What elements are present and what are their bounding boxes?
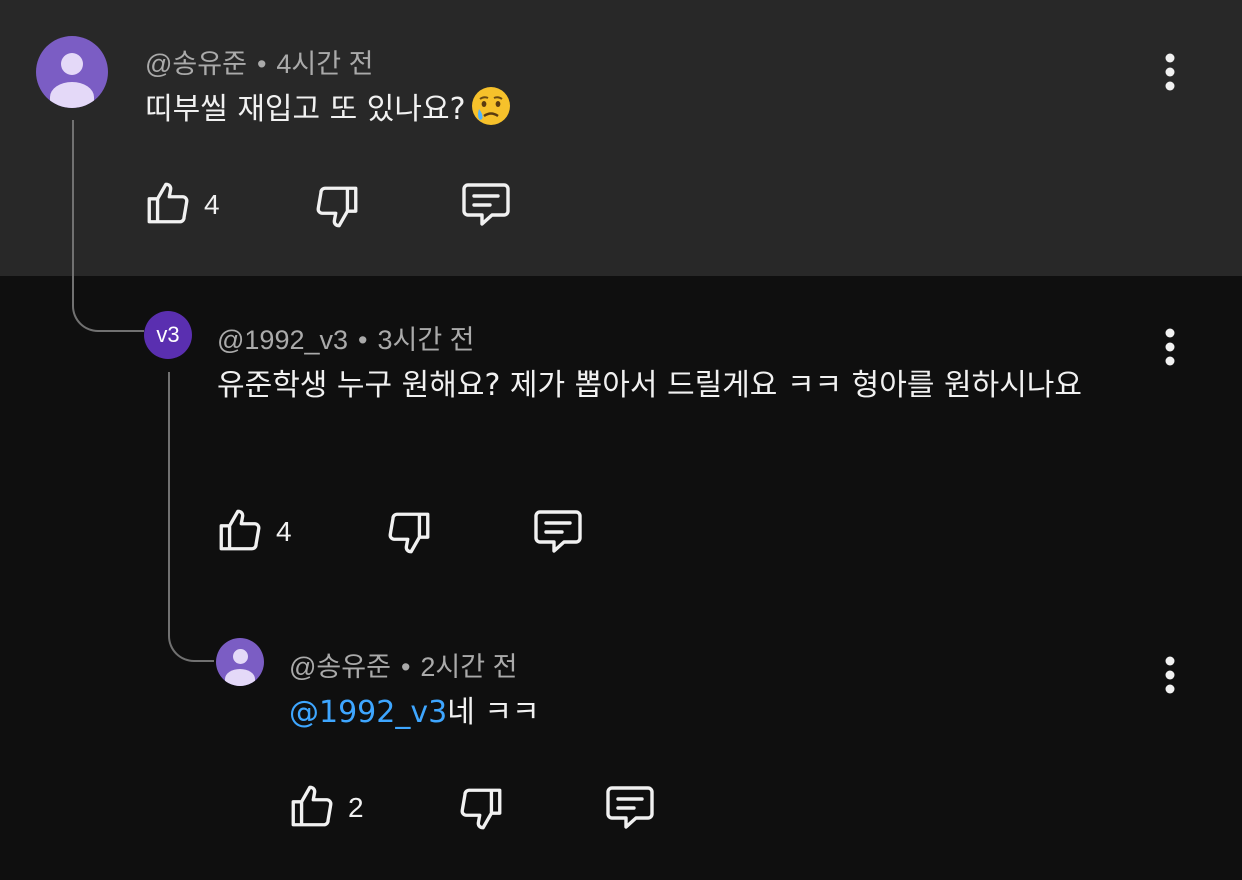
thread-connector [72, 120, 144, 332]
timestamp[interactable]: 2시간 전 [420, 652, 517, 682]
comment-text: 유준학생 누구 원해요? 제가 뽑아서 드릴게요 ㅋㅋ 형아를 원하시나요 [217, 368, 1083, 403]
author-name[interactable]: @송유준 [289, 652, 391, 682]
author-name[interactable]: @송유준 [145, 49, 247, 79]
reply-icon[interactable] [460, 180, 512, 234]
comment-meta: @1992_v3 • 3시간 전 [217, 318, 475, 357]
avatar[interactable] [36, 36, 108, 108]
mention-link[interactable]: @1992_v3 [289, 695, 447, 730]
timestamp[interactable]: 4시간 전 [276, 49, 373, 79]
thread-connector [168, 372, 214, 662]
author-name[interactable]: @1992_v3 [217, 325, 348, 355]
avatar[interactable]: v3 [144, 311, 192, 359]
reply-icon[interactable] [532, 507, 584, 561]
like-icon[interactable] [143, 178, 193, 232]
comment-text: @1992_v3네 ㅋㅋ [289, 695, 540, 730]
comment-meta: @송유준 • 4시간 전 [145, 42, 373, 81]
dislike-icon[interactable] [456, 784, 506, 838]
like-count: 4 [276, 516, 292, 547]
avatar[interactable] [216, 638, 264, 686]
like-count: 4 [204, 189, 220, 220]
separator: • [358, 325, 368, 355]
like-count: 2 [348, 792, 364, 823]
crying-face-emoji [470, 85, 512, 144]
like-icon[interactable] [215, 505, 265, 559]
separator: • [400, 652, 411, 682]
more-vert-icon[interactable] [1160, 53, 1180, 97]
dislike-icon[interactable] [312, 182, 362, 236]
more-vert-icon[interactable] [1160, 328, 1180, 372]
timestamp[interactable]: 3시간 전 [377, 325, 474, 355]
like-icon[interactable] [287, 781, 337, 835]
dislike-icon[interactable] [384, 508, 434, 562]
comment-meta: @송유준 • 2시간 전 [289, 645, 517, 684]
more-vert-icon[interactable] [1160, 656, 1180, 700]
comment-text: 띠부씰 재입고 또 있나요? [145, 84, 1125, 144]
separator: • [256, 49, 267, 79]
reply-icon[interactable] [604, 783, 656, 837]
